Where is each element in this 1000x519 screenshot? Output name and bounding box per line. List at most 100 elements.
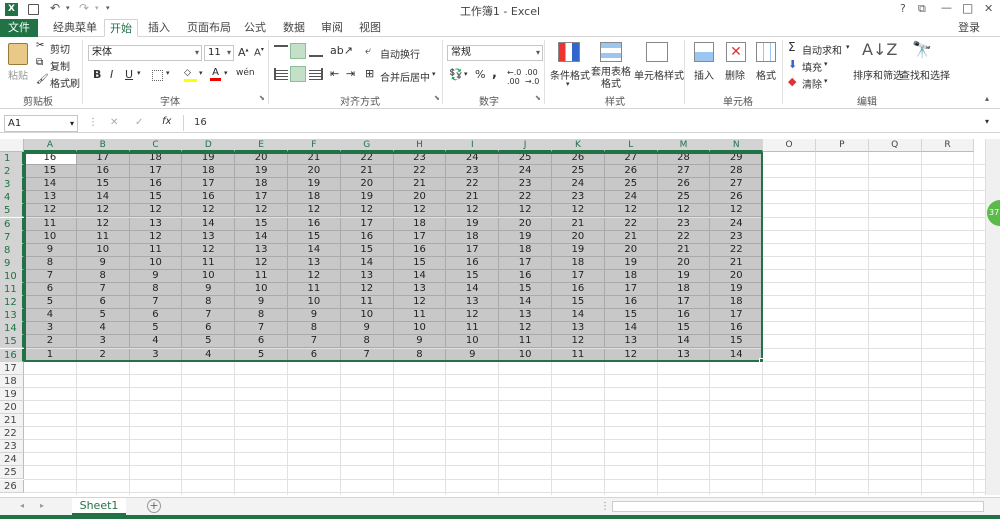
cell-c16[interactable]: 3	[129, 348, 183, 362]
cell-e9[interactable]: 12	[235, 256, 288, 270]
cell-f14[interactable]: 8	[288, 322, 341, 336]
cell-d10[interactable]: 10	[182, 269, 236, 283]
cell-g4[interactable]: 19	[340, 191, 394, 205]
undo-icon[interactable]: ↶	[50, 1, 60, 15]
cell-g15[interactable]: 8	[340, 335, 394, 349]
cell-f15[interactable]: 7	[288, 335, 341, 349]
cell-i14[interactable]: 11	[446, 322, 500, 336]
cell-a6[interactable]: 11	[24, 217, 77, 231]
cell-l4[interactable]: 24	[604, 191, 658, 205]
tab-view[interactable]: 视图	[356, 19, 384, 37]
cell-h5[interactable]: 12	[393, 204, 447, 218]
orientation-icon[interactable]: ab↗	[330, 44, 353, 57]
sheet-tab-sheet1[interactable]: Sheet1	[72, 498, 126, 515]
fill-handle[interactable]	[759, 358, 764, 363]
cell-b9[interactable]: 9	[76, 256, 130, 270]
autosum-dropdown-icon[interactable]: ▾	[846, 43, 850, 51]
cell-g7[interactable]: 16	[340, 230, 394, 244]
cell-f16[interactable]: 6	[288, 348, 341, 362]
row-header-12[interactable]: 12	[0, 296, 24, 310]
fill-button[interactable]: 填充	[802, 59, 822, 74]
cell-a7[interactable]: 10	[24, 230, 77, 244]
cell-h6[interactable]: 18	[393, 217, 447, 231]
cell-m13[interactable]: 16	[657, 309, 711, 323]
cell-l5[interactable]: 12	[604, 204, 658, 218]
underline-dropdown-icon[interactable]: ▾	[137, 69, 141, 77]
align-top-icon[interactable]	[274, 45, 288, 57]
cell-i16[interactable]: 9	[446, 348, 500, 362]
cell-c3[interactable]: 16	[129, 178, 183, 192]
cell-f9[interactable]: 13	[288, 256, 341, 270]
column-header-k[interactable]: K	[552, 139, 605, 152]
paste-button[interactable]: 粘贴	[8, 67, 28, 82]
cell-k11[interactable]: 16	[552, 283, 605, 297]
cell-c10[interactable]: 9	[129, 269, 183, 283]
column-header-b[interactable]: B	[76, 139, 130, 152]
cell-n10[interactable]: 20	[710, 269, 764, 283]
underline-button[interactable]: U	[125, 68, 133, 81]
cell-d5[interactable]: 12	[182, 204, 236, 218]
row-header-21[interactable]: 21	[0, 414, 24, 428]
insert-function-button[interactable]: fx	[162, 116, 171, 127]
cell-d15[interactable]: 5	[182, 335, 236, 349]
confirm-entry-button[interactable]: ✓	[135, 117, 143, 128]
cell-d16[interactable]: 4	[182, 348, 236, 362]
cell-a9[interactable]: 8	[24, 256, 77, 270]
font-dialog-launcher-icon[interactable]: ⬊	[259, 94, 265, 102]
cell-b10[interactable]: 8	[76, 269, 130, 283]
row-header-7[interactable]: 7	[0, 230, 24, 244]
column-header-a[interactable]: A	[24, 139, 77, 152]
cell-k15[interactable]: 12	[552, 335, 605, 349]
row-header-20[interactable]: 20	[0, 400, 24, 414]
cell-d7[interactable]: 13	[182, 230, 236, 244]
cell-m15[interactable]: 14	[657, 335, 711, 349]
cell-b14[interactable]: 4	[76, 322, 130, 336]
cell-m8[interactable]: 21	[657, 243, 711, 257]
column-header-l[interactable]: L	[604, 139, 658, 152]
column-header-n[interactable]: N	[710, 139, 764, 152]
column-header-e[interactable]: E	[235, 139, 288, 152]
cell-c7[interactable]: 12	[129, 230, 183, 244]
redo-icon[interactable]: ↷	[79, 1, 89, 15]
cell-m1[interactable]: 28	[657, 152, 711, 166]
cell-a14[interactable]: 3	[24, 322, 77, 336]
cell-l15[interactable]: 13	[604, 335, 658, 349]
cell-e8[interactable]: 13	[235, 243, 288, 257]
cell-j4[interactable]: 22	[499, 191, 552, 205]
row-header-17[interactable]: 17	[0, 361, 24, 375]
row-header-23[interactable]: 23	[0, 440, 24, 454]
cell-g5[interactable]: 12	[340, 204, 394, 218]
cell-m4[interactable]: 25	[657, 191, 711, 205]
cell-i15[interactable]: 10	[446, 335, 500, 349]
tab-classic-menu[interactable]: 经典菜单	[48, 19, 102, 37]
cell-j8[interactable]: 18	[499, 243, 552, 257]
cell-i12[interactable]: 13	[446, 296, 500, 310]
borders-dropdown-icon[interactable]: ▾	[166, 69, 170, 77]
cell-j12[interactable]: 14	[499, 296, 552, 310]
tab-formulas[interactable]: 公式	[240, 19, 270, 37]
cell-l11[interactable]: 17	[604, 283, 658, 297]
column-header-c[interactable]: C	[129, 139, 183, 152]
collapse-ribbon-icon[interactable]: ▴	[985, 94, 989, 103]
cell-b7[interactable]: 11	[76, 230, 130, 244]
row-header-19[interactable]: 19	[0, 387, 24, 401]
row-header-3[interactable]: 3	[0, 178, 24, 192]
alignment-dialog-launcher-icon[interactable]: ⬊	[434, 94, 440, 102]
cell-n16[interactable]: 14	[710, 348, 764, 362]
cut-button[interactable]: 剪切	[50, 41, 70, 56]
cell-b4[interactable]: 14	[76, 191, 130, 205]
cell-c5[interactable]: 12	[129, 204, 183, 218]
cell-i8[interactable]: 17	[446, 243, 500, 257]
cell-j10[interactable]: 16	[499, 269, 552, 283]
number-format-combo[interactable]: 常规 ▾	[447, 45, 543, 61]
cell-h11[interactable]: 13	[393, 283, 447, 297]
grow-font-icon[interactable]: A▴	[238, 46, 249, 59]
cell-e15[interactable]: 6	[235, 335, 288, 349]
row-header-22[interactable]: 22	[0, 427, 24, 441]
cell-h3[interactable]: 21	[393, 178, 447, 192]
cell-m3[interactable]: 26	[657, 178, 711, 192]
merge-center-button[interactable]: 合并后居中	[380, 69, 430, 84]
cell-b11[interactable]: 7	[76, 283, 130, 297]
cell-h9[interactable]: 15	[393, 256, 447, 270]
cell-e10[interactable]: 11	[235, 269, 288, 283]
